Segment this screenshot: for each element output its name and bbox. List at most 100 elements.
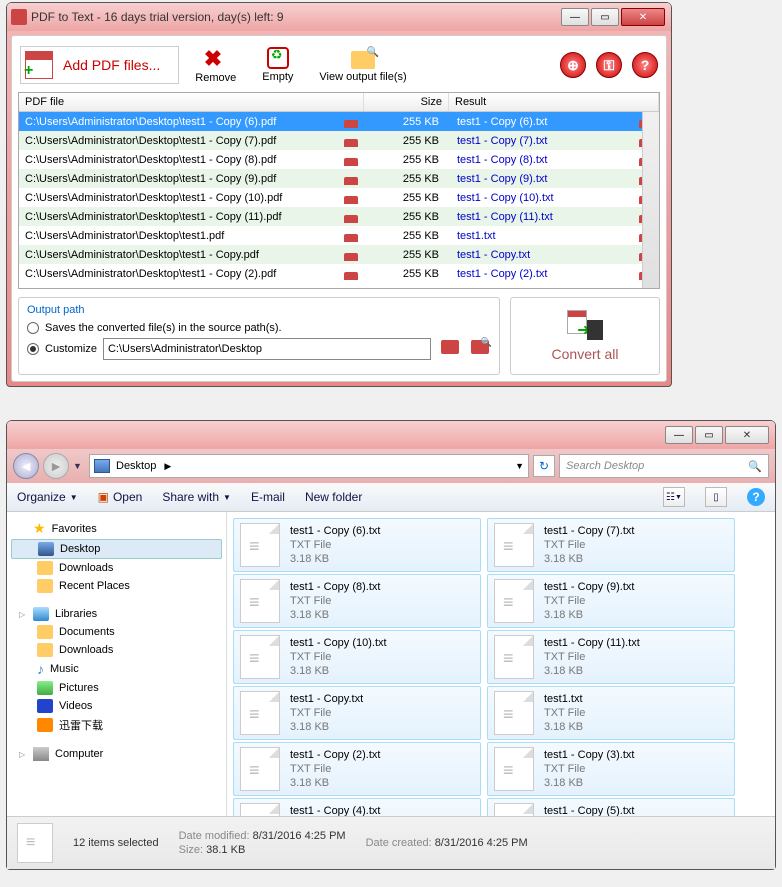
open-button[interactable]: ▣Open	[98, 490, 143, 504]
radio-customize[interactable]	[27, 343, 39, 355]
file-item[interactable]: test1 - Copy (6).txtTXT File3.18 KB	[233, 518, 481, 572]
folder-icon[interactable]	[639, 215, 653, 223]
radio-source-path[interactable]	[27, 322, 39, 334]
col-size[interactable]: Size	[364, 93, 449, 111]
minimize-button[interactable]: —	[561, 8, 589, 26]
add-pdf-button[interactable]: Add PDF files...	[20, 46, 179, 84]
browse-folder-button[interactable]	[441, 340, 461, 358]
folder-icon[interactable]	[344, 177, 358, 185]
nav-history-dropdown[interactable]: ▼	[73, 461, 85, 471]
file-item[interactable]: test1 - Copy (8).txtTXT File3.18 KB	[233, 574, 481, 628]
titlebar[interactable]: PDF to Text - 16 days trial version, day…	[7, 3, 671, 31]
file-item[interactable]: test1 - Copy (9).txtTXT File3.18 KB	[487, 574, 735, 628]
favorites-group[interactable]: ★Favorites	[7, 518, 226, 539]
back-button[interactable]: ◄	[13, 453, 39, 479]
output-path-input[interactable]	[103, 338, 431, 360]
file-item[interactable]: test1 - Copy (2).txtTXT File3.18 KB	[233, 742, 481, 796]
table-row[interactable]: C:\Users\Administrator\Desktop\test1 - C…	[19, 150, 659, 169]
sidebar-item-music[interactable]: ♪Music	[7, 659, 226, 679]
file-item[interactable]: test1 - Copy (7).txtTXT File3.18 KB	[487, 518, 735, 572]
close-button[interactable]: ✕	[621, 8, 665, 26]
table-row[interactable]: C:\Users\Administrator\Desktop\test1 - C…	[19, 207, 659, 226]
folder-icon[interactable]	[639, 234, 653, 242]
folder-icon[interactable]	[344, 120, 358, 128]
refresh-button[interactable]: ↻	[533, 455, 555, 477]
search-input[interactable]: Search Desktop 🔍	[559, 454, 769, 478]
file-item[interactable]: test1 - Copy (11).txtTXT File3.18 KB	[487, 630, 735, 684]
folder-icon[interactable]	[344, 158, 358, 166]
table-row[interactable]: C:\Users\Administrator\Desktop\test1 - C…	[19, 188, 659, 207]
open-folder-button[interactable]	[471, 340, 491, 358]
table-row[interactable]: C:\Users\Administrator\Desktop\test1 - C…	[19, 112, 659, 131]
empty-button[interactable]: Empty	[252, 47, 303, 83]
folder-icon[interactable]	[639, 272, 653, 280]
address-dropdown-icon[interactable]: ▼	[515, 461, 524, 471]
folder-icon[interactable]	[639, 120, 653, 128]
col-result[interactable]: Result	[449, 93, 659, 111]
address-bar[interactable]: Desktop ▶ ▼	[89, 454, 529, 478]
result-link[interactable]: test1 - Copy (8).txt	[457, 154, 547, 166]
minimize-button[interactable]: —	[665, 426, 693, 444]
result-link[interactable]: test1 - Copy (10).txt	[457, 192, 554, 204]
result-link[interactable]: test1 - Copy.txt	[457, 249, 530, 261]
result-link[interactable]: test1 - Copy (11).txt	[457, 211, 553, 223]
file-item[interactable]: test1 - Copy (10).txtTXT File3.18 KB	[233, 630, 481, 684]
sidebar-item-downloads[interactable]: Downloads	[7, 559, 226, 577]
help-button[interactable]: ?	[632, 52, 658, 78]
key-button[interactable]: ⚿	[596, 52, 622, 78]
forward-button[interactable]: ►	[43, 453, 69, 479]
folder-icon[interactable]	[639, 196, 653, 204]
sidebar-item-documents[interactable]: Documents	[7, 623, 226, 641]
libraries-group[interactable]: ▷Libraries	[7, 605, 226, 623]
result-link[interactable]: test1 - Copy (9).txt	[457, 173, 547, 185]
file-item[interactable]: test1 - Copy (3).txtTXT File3.18 KB	[487, 742, 735, 796]
result-link[interactable]: test1.txt	[457, 230, 496, 242]
globe-button[interactable]: ⊕	[560, 52, 586, 78]
result-link[interactable]: test1 - Copy (6).txt	[457, 116, 547, 128]
folder-icon[interactable]	[639, 177, 653, 185]
computer-group[interactable]: ▷Computer	[7, 745, 226, 763]
folder-icon[interactable]	[639, 139, 653, 147]
sidebar-item-xunlei[interactable]: 迅雷下载	[7, 715, 226, 735]
view-output-button[interactable]: View output file(s)	[309, 47, 416, 83]
convert-all-button[interactable]: ➜ Convert all	[510, 297, 660, 375]
folder-icon[interactable]	[639, 253, 653, 261]
share-with-button[interactable]: Share with▼	[162, 490, 231, 504]
maximize-button[interactable]: ▭	[695, 426, 723, 444]
email-button[interactable]: E-mail	[251, 490, 285, 504]
table-row[interactable]: C:\Users\Administrator\Desktop\test1 - C…	[19, 131, 659, 150]
col-pdf-file[interactable]: PDF file	[19, 93, 364, 111]
close-button[interactable]: ✕	[725, 426, 769, 444]
folder-icon[interactable]	[344, 253, 358, 261]
result-link[interactable]: test1 - Copy (2).txt	[457, 268, 547, 280]
table-row[interactable]: C:\Users\Administrator\Desktop\test1 - C…	[19, 264, 659, 283]
sidebar-item-pictures[interactable]: Pictures	[7, 679, 226, 697]
view-mode-button[interactable]: ☷ ▼	[663, 487, 685, 507]
sidebar-item-desktop[interactable]: Desktop	[11, 539, 222, 559]
organize-button[interactable]: Organize▼	[17, 490, 78, 504]
help-button[interactable]: ?	[747, 488, 765, 506]
file-item[interactable]: test1 - Copy (5).txtTXT File3.18 KB	[487, 798, 735, 816]
breadcrumb-arrow-icon[interactable]: ▶	[164, 461, 171, 472]
folder-icon[interactable]	[344, 215, 358, 223]
file-item[interactable]: test1 - Copy (4).txtTXT File3.18 KB	[233, 798, 481, 816]
titlebar[interactable]: — ▭ ✕	[7, 421, 775, 449]
folder-icon[interactable]	[344, 234, 358, 242]
file-item[interactable]: test1 - Copy.txtTXT File3.18 KB	[233, 686, 481, 740]
maximize-button[interactable]: ▭	[591, 8, 619, 26]
sidebar-item-recent[interactable]: Recent Places	[7, 577, 226, 595]
sidebar-item-downloads2[interactable]: Downloads	[7, 641, 226, 659]
sidebar-item-videos[interactable]: Videos	[7, 697, 226, 715]
folder-icon[interactable]	[344, 272, 358, 280]
result-link[interactable]: test1 - Copy (7).txt	[457, 135, 547, 147]
folder-icon[interactable]	[344, 196, 358, 204]
file-item[interactable]: test1.txtTXT File3.18 KB	[487, 686, 735, 740]
preview-pane-button[interactable]: ▯	[705, 487, 727, 507]
new-folder-button[interactable]: New folder	[305, 490, 362, 504]
table-row[interactable]: C:\Users\Administrator\Desktop\test1 - C…	[19, 169, 659, 188]
table-row[interactable]: C:\Users\Administrator\Desktop\test1 - C…	[19, 245, 659, 264]
remove-button[interactable]: ✖ Remove	[185, 46, 246, 84]
folder-icon[interactable]	[344, 139, 358, 147]
table-row[interactable]: C:\Users\Administrator\Desktop\test1.pdf…	[19, 226, 659, 245]
folder-icon[interactable]	[639, 158, 653, 166]
